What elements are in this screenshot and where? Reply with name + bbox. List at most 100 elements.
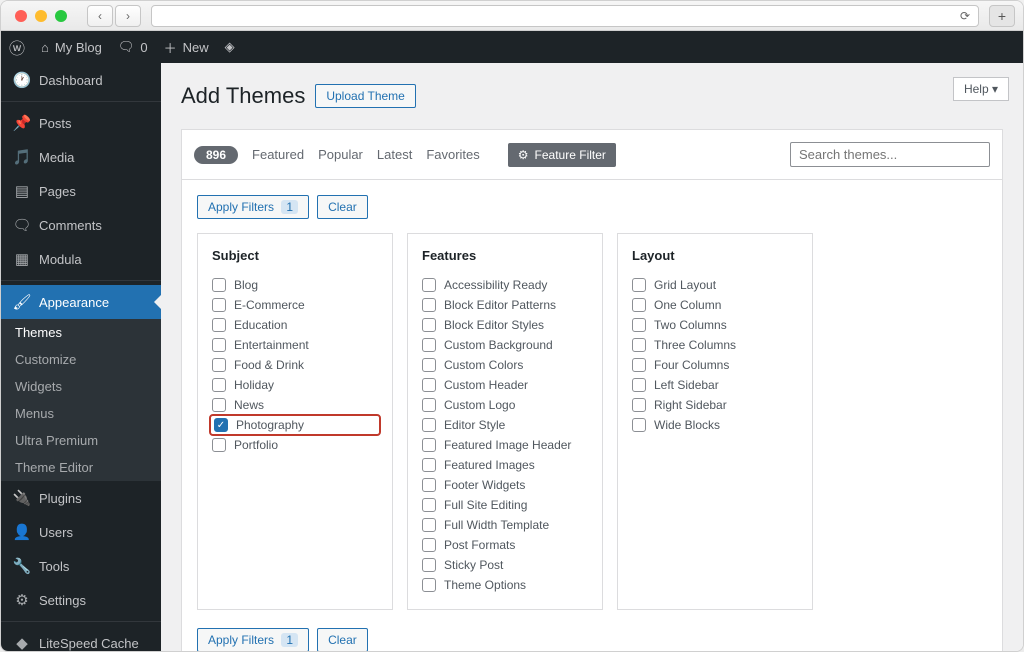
filter-checkbox-theme-options[interactable]: Theme Options [422, 575, 588, 595]
checkbox-icon [422, 418, 436, 432]
filter-checkbox-featured-images[interactable]: Featured Images [422, 455, 588, 475]
browser-back-button[interactable]: ‹ [87, 5, 113, 27]
checkbox-icon [422, 498, 436, 512]
page-title: Add Themes [181, 83, 305, 109]
apply-filters-button[interactable]: Apply Filters 1 [197, 628, 309, 651]
filter-group-title: Features [422, 248, 588, 263]
speed-icon: 🕐 [13, 71, 31, 89]
upload-theme-button[interactable]: Upload Theme [315, 84, 416, 108]
sidebar-item-plugins[interactable]: 🔌Plugins [1, 481, 161, 515]
wp-logo-icon[interactable]: ⓦ [1, 31, 33, 63]
filter-checkbox-full-width-template[interactable]: Full Width Template [422, 515, 588, 535]
checkbox-label: One Column [654, 298, 721, 312]
checkbox-icon [422, 298, 436, 312]
filter-checkbox-block-editor-patterns[interactable]: Block Editor Patterns [422, 295, 588, 315]
browser-url-bar[interactable]: ⟳ [151, 5, 979, 27]
checkbox-icon [422, 278, 436, 292]
filter-checkbox-editor-style[interactable]: Editor Style [422, 415, 588, 435]
filter-checkbox-right-sidebar[interactable]: Right Sidebar [632, 395, 798, 415]
filter-checkbox-entertainment[interactable]: Entertainment [212, 335, 378, 355]
minimize-window-icon[interactable] [35, 10, 47, 22]
checkbox-icon [422, 318, 436, 332]
filter-checkbox-wide-blocks[interactable]: Wide Blocks [632, 415, 798, 435]
sidebar-item-appearance[interactable]: 🖌 Appearance [1, 285, 161, 319]
checkbox-label: Featured Image Header [444, 438, 571, 452]
filter-checkbox-featured-image-header[interactable]: Featured Image Header [422, 435, 588, 455]
feature-filter-button[interactable]: ⚙Feature Filter [508, 143, 616, 167]
checkbox-icon [422, 458, 436, 472]
sidebar-item-comments[interactable]: 🗨Comments [1, 208, 161, 242]
submenu-item-ultra-premium[interactable]: Ultra Premium [1, 427, 161, 454]
filter-checkbox-custom-logo[interactable]: Custom Logo [422, 395, 588, 415]
submenu-item-widgets[interactable]: Widgets [1, 373, 161, 400]
sidebar-item-label: Appearance [39, 295, 109, 310]
filter-checkbox-one-column[interactable]: One Column [632, 295, 798, 315]
apply-filters-button[interactable]: Apply Filters 1 [197, 195, 309, 219]
filter-checkbox-grid-layout[interactable]: Grid Layout [632, 275, 798, 295]
checkbox-icon [632, 398, 646, 412]
filter-checkbox-news[interactable]: News [212, 395, 378, 415]
checkbox-label: Featured Images [444, 458, 535, 472]
checkbox-icon [212, 318, 226, 332]
new-tab-button[interactable]: + [989, 5, 1015, 27]
submenu-item-menus[interactable]: Menus [1, 400, 161, 427]
filter-checkbox-custom-header[interactable]: Custom Header [422, 375, 588, 395]
new-content-link[interactable]: ＋New [156, 31, 217, 63]
filter-checkbox-sticky-post[interactable]: Sticky Post [422, 555, 588, 575]
help-tab-button[interactable]: Help ▾ [953, 77, 1009, 101]
filter-tab-popular[interactable]: Popular [318, 147, 363, 162]
filter-checkbox-education[interactable]: Education [212, 315, 378, 335]
filter-checkbox-two-columns[interactable]: Two Columns [632, 315, 798, 335]
filter-checkbox-photography[interactable]: ✓Photography [212, 417, 378, 433]
filter-checkbox-blog[interactable]: Blog [212, 275, 378, 295]
sidebar-item-dashboard[interactable]: 🕐 Dashboard [1, 63, 161, 97]
sidebar-item-modula[interactable]: ▦Modula [1, 242, 161, 276]
submenu-item-customize[interactable]: Customize [1, 346, 161, 373]
checkbox-label: Post Formats [444, 538, 515, 552]
sidebar-item-media[interactable]: 🎵Media [1, 140, 161, 174]
filter-tab-favorites[interactable]: Favorites [426, 147, 479, 162]
clear-filters-button[interactable]: Clear [317, 628, 368, 651]
sidebar-item-posts[interactable]: 📌Posts [1, 106, 161, 140]
filter-checkbox-four-columns[interactable]: Four Columns [632, 355, 798, 375]
site-home-link[interactable]: ⌂My Blog [33, 31, 110, 63]
filter-checkbox-three-columns[interactable]: Three Columns [632, 335, 798, 355]
comments-link[interactable]: 🗨0 [110, 31, 156, 63]
refresh-icon[interactable]: ⟳ [960, 9, 970, 23]
user-icon: 👤 [13, 523, 31, 541]
search-themes-input[interactable] [790, 142, 990, 167]
extra-icon[interactable]: ◈ [217, 31, 243, 63]
filter-checkbox-portfolio[interactable]: Portfolio [212, 435, 378, 455]
filter-tab-featured[interactable]: Featured [252, 147, 304, 162]
sidebar-item-label: Dashboard [39, 73, 103, 88]
filter-group-title: Layout [632, 248, 798, 263]
filter-checkbox-left-sidebar[interactable]: Left Sidebar [632, 375, 798, 395]
sidebar-item-tools[interactable]: 🔧Tools [1, 549, 161, 583]
checkbox-icon [422, 578, 436, 592]
submenu-item-themes[interactable]: Themes [1, 319, 161, 346]
filter-checkbox-e-commerce[interactable]: E-Commerce [212, 295, 378, 315]
submenu-item-theme-editor[interactable]: Theme Editor [1, 454, 161, 481]
sidebar-item-users[interactable]: 👤Users [1, 515, 161, 549]
filter-checkbox-post-formats[interactable]: Post Formats [422, 535, 588, 555]
filter-checkbox-block-editor-styles[interactable]: Block Editor Styles [422, 315, 588, 335]
main-content: Add Themes Upload Theme 896 Featured Popu… [161, 63, 1023, 651]
theme-count-badge: 896 [194, 146, 238, 164]
filter-checkbox-holiday[interactable]: Holiday [212, 375, 378, 395]
filter-tab-latest[interactable]: Latest [377, 147, 412, 162]
sidebar-item-pages[interactable]: ▤Pages [1, 174, 161, 208]
maximize-window-icon[interactable] [55, 10, 67, 22]
filter-checkbox-custom-colors[interactable]: Custom Colors [422, 355, 588, 375]
sidebar-item-settings[interactable]: ⚙Settings [1, 583, 161, 617]
filter-checkbox-footer-widgets[interactable]: Footer Widgets [422, 475, 588, 495]
sidebar-item-litespeed-cache[interactable]: ◆LiteSpeed Cache [1, 626, 161, 651]
filter-checkbox-food-drink[interactable]: Food & Drink [212, 355, 378, 375]
close-window-icon[interactable] [15, 10, 27, 22]
clear-filters-button[interactable]: Clear [317, 195, 368, 219]
filter-checkbox-full-site-editing[interactable]: Full Site Editing [422, 495, 588, 515]
filter-checkbox-custom-background[interactable]: Custom Background [422, 335, 588, 355]
browser-forward-button[interactable]: › [115, 5, 141, 27]
brush-icon: 🖌 [13, 293, 31, 311]
sidebar-item-label: Posts [39, 116, 72, 131]
filter-checkbox-accessibility-ready[interactable]: Accessibility Ready [422, 275, 588, 295]
